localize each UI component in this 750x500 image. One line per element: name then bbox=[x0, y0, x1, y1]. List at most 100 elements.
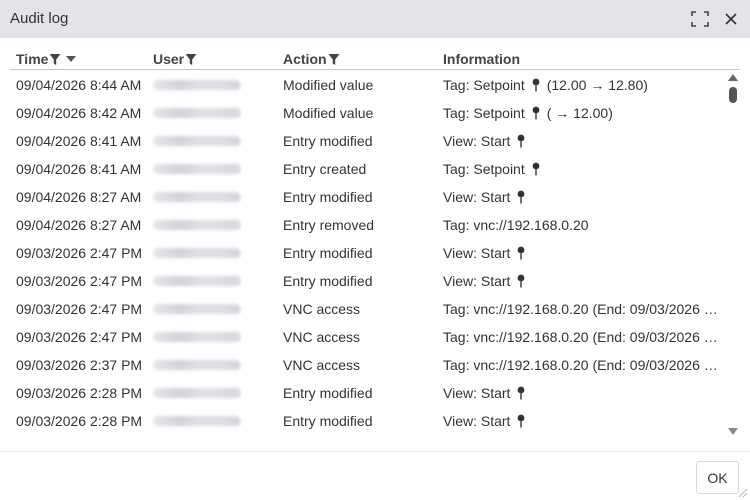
information-text: Tag: Setpoint bbox=[443, 161, 525, 177]
time-cell: 09/04/2026 8:42 AM bbox=[16, 105, 142, 121]
action-cell: Entry modified bbox=[283, 413, 373, 429]
information-text: View: Start bbox=[443, 245, 511, 261]
filter-icon[interactable] bbox=[328, 53, 340, 66]
audit-log-dialog: Audit log Time User Action Information 0… bbox=[0, 0, 750, 500]
information-text: Tag: vnc://192.168.0.20 (End: 09/03/2026… bbox=[443, 301, 725, 317]
action-cell: VNC access bbox=[283, 329, 361, 345]
information-cell: Tag: vnc://192.168.0.20 bbox=[443, 211, 725, 239]
information-text: View: Start bbox=[443, 413, 511, 429]
ok-button[interactable]: OK bbox=[696, 461, 739, 494]
scroll-down-arrow[interactable] bbox=[727, 428, 739, 438]
table-row[interactable]: 09/04/2026 8:41 AM Entry created Tag: Setp… bbox=[10, 155, 725, 183]
redacted-user-name bbox=[153, 192, 241, 202]
action-cell: Entry modified bbox=[283, 385, 373, 401]
information-text: View: Start bbox=[443, 133, 511, 149]
pin-icon[interactable] bbox=[531, 157, 541, 176]
vertical-scrollbar[interactable] bbox=[726, 71, 740, 440]
table-row[interactable]: 09/04/2026 8:27 AM Entry removed Tag: vnc:… bbox=[10, 211, 725, 239]
sort-desc-icon[interactable] bbox=[66, 56, 77, 62]
table-row[interactable]: 09/03/2026 2:28 PM Entry modified View: St… bbox=[10, 379, 725, 407]
filter-icon[interactable] bbox=[185, 53, 197, 66]
resize-grip-icon[interactable] bbox=[736, 486, 748, 498]
time-cell: 09/04/2026 8:41 AM bbox=[16, 161, 142, 177]
information-cell: View: Start bbox=[443, 407, 725, 435]
close-button[interactable] bbox=[720, 8, 742, 30]
information-cell: View: Start bbox=[443, 127, 725, 155]
redacted-user-name bbox=[153, 220, 241, 230]
scrollbar-thumb[interactable] bbox=[729, 87, 737, 103]
column-header-information[interactable]: Information bbox=[443, 50, 520, 68]
table-row[interactable]: 09/03/2026 2:37 PM VNC access Tag: vnc://1… bbox=[10, 351, 725, 379]
table-row[interactable]: 09/03/2026 2:47 PM VNC access Tag: vnc://1… bbox=[10, 323, 725, 351]
user-cell bbox=[153, 99, 248, 127]
table-row[interactable]: 09/04/2026 8:41 AM Entry modified View: St… bbox=[10, 127, 725, 155]
pin-icon[interactable] bbox=[516, 185, 526, 204]
pin-icon[interactable] bbox=[516, 269, 526, 288]
column-header-time[interactable]: Time bbox=[16, 50, 77, 68]
information-text: Tag: vnc://192.168.0.20 (End: 09/03/2026… bbox=[443, 329, 725, 345]
table-row[interactable]: 09/03/2026 2:47 PM Entry modified View: St… bbox=[10, 267, 725, 295]
user-cell bbox=[153, 295, 248, 323]
information-cell: View: Start bbox=[443, 267, 725, 295]
table-row[interactable]: 09/03/2026 2:28 PM Entry modified View: St… bbox=[10, 407, 725, 435]
column-header-time-label: Time bbox=[16, 51, 49, 67]
value-change: (12.00 → 12.80) bbox=[546, 77, 648, 93]
table-row[interactable]: 09/04/2026 8:27 AM Entry modified View: St… bbox=[10, 183, 725, 211]
scroll-up-arrow[interactable] bbox=[727, 73, 739, 83]
time-cell: 09/03/2026 2:47 PM bbox=[16, 329, 143, 345]
maximize-button[interactable] bbox=[689, 8, 711, 30]
redacted-user-name bbox=[153, 248, 241, 258]
pin-icon[interactable] bbox=[516, 381, 526, 400]
pin-icon[interactable] bbox=[516, 241, 526, 260]
action-cell: Entry modified bbox=[283, 133, 373, 149]
table-row[interactable]: 09/03/2026 2:47 PM VNC access Tag: vnc://1… bbox=[10, 295, 725, 323]
user-cell bbox=[153, 407, 248, 435]
information-text: Tag: vnc://192.168.0.20 (End: 09/03/2026… bbox=[443, 357, 725, 373]
maximize-icon bbox=[691, 11, 709, 27]
table-row[interactable]: 09/04/2026 8:42 AM Modified value Tag: Set… bbox=[10, 99, 725, 127]
column-header-action-label: Action bbox=[283, 51, 327, 67]
pin-icon[interactable] bbox=[516, 409, 526, 428]
information-cell: Tag: vnc://192.168.0.20 (End: 09/03/2026… bbox=[443, 295, 725, 323]
column-header-information-label: Information bbox=[443, 51, 520, 67]
title-bar: Audit log bbox=[0, 0, 750, 38]
column-header-user[interactable]: User bbox=[153, 50, 197, 68]
audit-log-table: 09/04/2026 8:44 AM Modified value Tag: Set… bbox=[10, 71, 725, 436]
information-text: Tag: Setpoint bbox=[443, 77, 525, 93]
table-row[interactable]: 09/03/2026 2:47 PM Entry modified View: St… bbox=[10, 239, 725, 267]
user-cell bbox=[153, 127, 248, 155]
user-cell bbox=[153, 239, 248, 267]
time-cell: 09/04/2026 8:27 AM bbox=[16, 217, 142, 233]
information-cell: View: Start bbox=[443, 183, 725, 211]
time-cell: 09/03/2026 2:37 PM bbox=[16, 357, 143, 373]
action-cell: Modified value bbox=[283, 105, 374, 121]
user-cell bbox=[153, 183, 248, 211]
information-text: View: Start bbox=[443, 385, 511, 401]
action-cell: Entry removed bbox=[283, 217, 375, 233]
action-cell: VNC access bbox=[283, 357, 361, 373]
user-cell bbox=[153, 211, 248, 239]
redacted-user-name bbox=[153, 360, 241, 370]
information-cell: Tag: Setpoint (12.00 → 12.80) bbox=[443, 71, 725, 99]
redacted-user-name bbox=[153, 108, 241, 118]
pin-icon[interactable] bbox=[531, 73, 541, 92]
redacted-user-name bbox=[153, 416, 241, 426]
dialog-title: Audit log bbox=[10, 10, 69, 27]
action-cell: Entry modified bbox=[283, 273, 373, 289]
pin-icon[interactable] bbox=[531, 101, 541, 120]
table-header: Time User Action Information bbox=[10, 50, 740, 70]
user-cell bbox=[153, 323, 248, 351]
information-text: Tag: Setpoint bbox=[443, 105, 525, 121]
column-header-action[interactable]: Action bbox=[283, 50, 340, 68]
redacted-user-name bbox=[153, 164, 241, 174]
filter-icon[interactable] bbox=[49, 53, 61, 66]
table-row[interactable]: 09/04/2026 8:44 AM Modified value Tag: Set… bbox=[10, 71, 725, 99]
redacted-user-name bbox=[153, 388, 241, 398]
action-cell: Modified value bbox=[283, 77, 374, 93]
time-cell: 09/03/2026 2:28 PM bbox=[16, 385, 143, 401]
information-cell: View: Start bbox=[443, 239, 725, 267]
pin-icon[interactable] bbox=[516, 129, 526, 148]
information-text: Tag: vnc://192.168.0.20 bbox=[443, 217, 589, 233]
redacted-user-name bbox=[153, 332, 241, 342]
user-cell bbox=[153, 379, 248, 407]
